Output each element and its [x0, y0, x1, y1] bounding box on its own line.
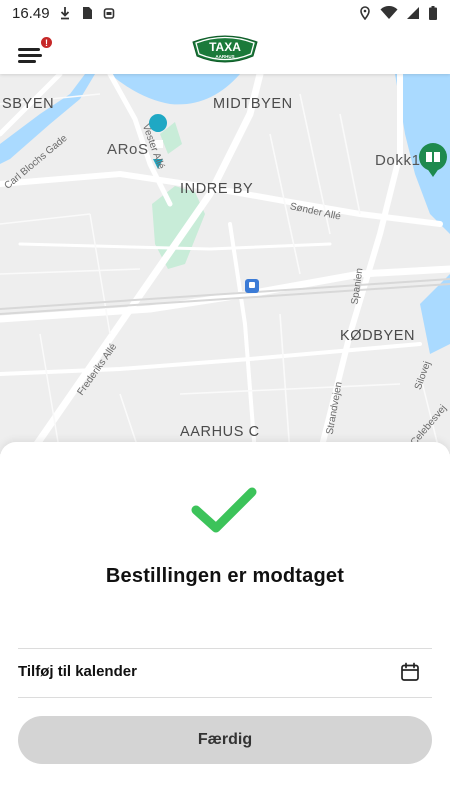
central-road — [228, 222, 257, 454]
railway-line — [0, 278, 450, 310]
district-label-indre-by: INDRE BY — [180, 181, 254, 197]
divider-bottom — [18, 697, 432, 698]
place-label-dokk1: Dokk1 — [375, 152, 421, 169]
checkmark-icon — [191, 487, 257, 533]
status-bar: 16.49 — [0, 0, 450, 26]
signal-icon — [407, 7, 419, 19]
add-to-calendar-label: Tilføj til kalender — [18, 663, 137, 680]
hamburger-line-middle — [18, 54, 42, 57]
taxa-aarhus-logo: TAXA AARHUS — [192, 35, 258, 63]
notification-badge: ! — [40, 36, 53, 49]
app-header: ! TAXA AARHUS — [0, 26, 450, 74]
status-system-icons — [358, 6, 438, 20]
hamburger-line-bottom — [18, 60, 36, 63]
district-label-midtbyen: MIDTBYEN — [213, 96, 293, 112]
add-to-calendar-row[interactable]: Tilføj til kalender — [18, 650, 432, 698]
hamburger-icon — [18, 48, 40, 51]
district-label-aarhus-c: AARHUS C — [180, 424, 260, 440]
calendar-icon[interactable] — [400, 662, 420, 682]
confirmation-sheet: Bestillingen er modtaget Tilføj til kale… — [0, 442, 450, 800]
wifi-icon — [380, 6, 398, 19]
location-icon — [360, 6, 370, 20]
status-notification-icons — [58, 6, 116, 20]
logo-subtext: AARHUS — [215, 54, 234, 59]
download-icon — [60, 7, 69, 20]
menu-button[interactable]: ! — [14, 36, 53, 66]
sim-card-icon — [82, 7, 92, 19]
map-view[interactable]: SBYEN MIDTBYEN INDRE BY KØDBYEN AARHUS C… — [0, 74, 450, 454]
district-label-sbyen: SBYEN — [2, 96, 55, 112]
status-time: 16.49 — [12, 4, 50, 22]
place-label-aros: ARoS — [107, 141, 149, 158]
park-south — [152, 186, 205, 269]
map-canvas — [0, 74, 450, 454]
battery-icon — [429, 6, 437, 20]
logo-text: TAXA — [209, 40, 241, 54]
divider-top — [18, 648, 432, 649]
done-button[interactable]: Færdig — [18, 716, 432, 764]
confirmation-title: Bestillingen er modtaget — [105, 565, 345, 587]
south-road — [0, 342, 422, 376]
train-station-glyph — [249, 282, 255, 288]
android-icon — [103, 8, 114, 19]
railway-line-2 — [0, 283, 450, 315]
district-label-kodbyen: KØDBYEN — [340, 328, 416, 344]
